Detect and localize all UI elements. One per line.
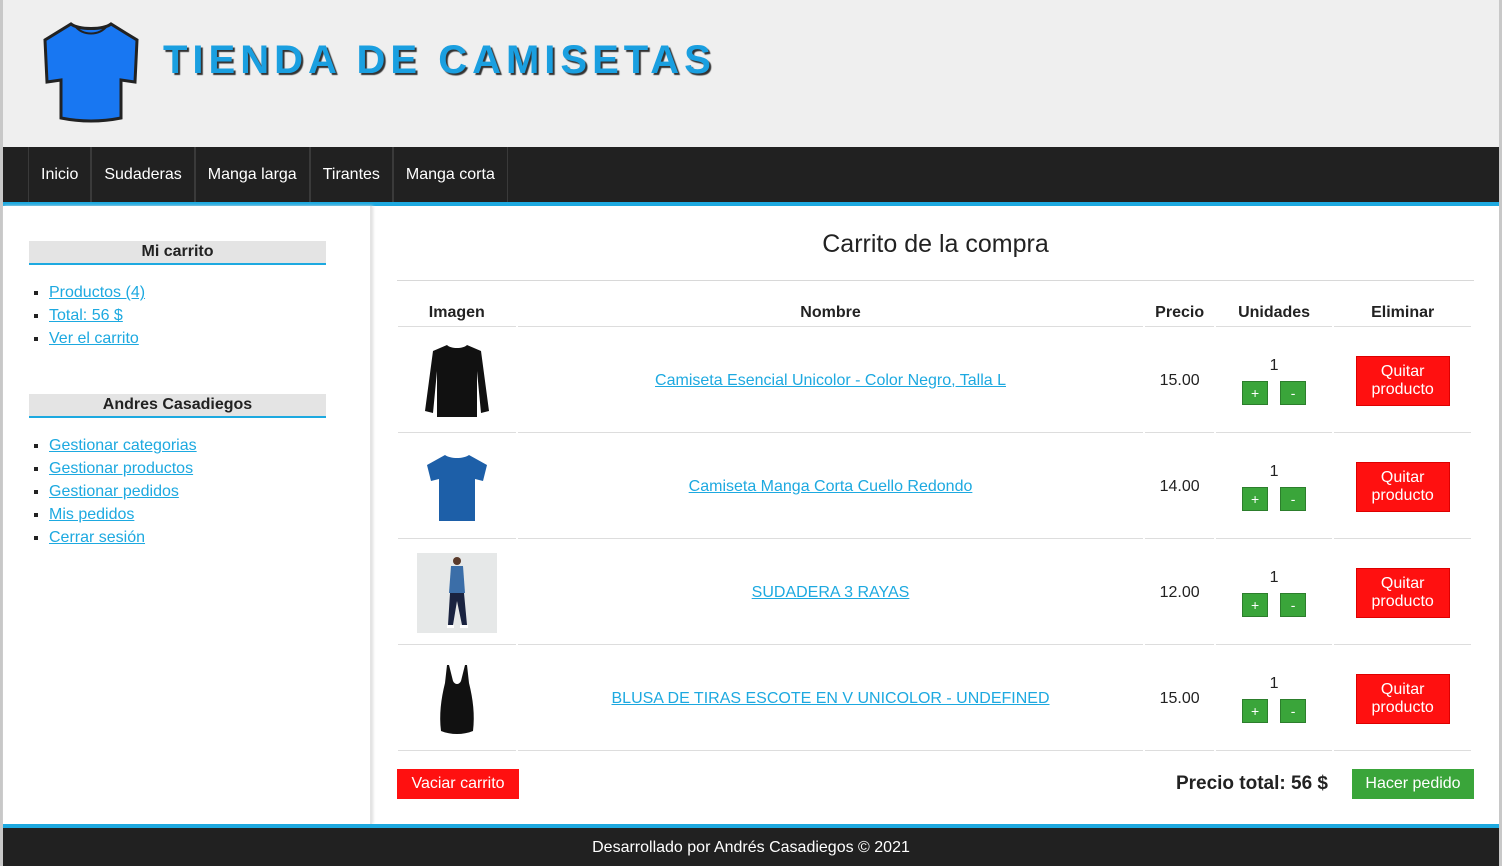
main-nav: Inicio Sudaderas Manga larga Tirantes Ma… [3, 147, 1499, 206]
remove-product-button[interactable]: Quitar producto [1355, 673, 1450, 724]
table-row: Camiseta Manga Corta Cuello Redondo 14.0… [398, 435, 1471, 539]
nav-item-tirantes[interactable]: Tirantes [311, 147, 392, 202]
nav-item-manga-corta[interactable]: Manga corta [394, 147, 507, 202]
cart-table: Imagen Nombre Precio Unidades Eliminar C… [396, 298, 1473, 753]
tshirt-icon[interactable] [41, 20, 141, 124]
decrease-units-button[interactable]: - [1280, 698, 1307, 723]
product-price: 14.00 [1145, 435, 1214, 539]
increase-units-button[interactable]: + [1242, 698, 1269, 723]
product-price: 12.00 [1145, 541, 1214, 645]
footer-text: Desarrollado por Andrés Casadiegos © 202… [592, 839, 910, 856]
product-name-link[interactable]: Camiseta Manga Corta Cuello Redondo [689, 478, 973, 495]
table-row: BLUSA DE TIRAS ESCOTE EN V UNICOLOR - UN… [398, 647, 1471, 751]
empty-cart-button[interactable]: Vaciar carrito [397, 769, 519, 799]
model-tracksuit-image [416, 552, 497, 633]
units-value: 1 [1269, 568, 1279, 586]
cart-total-link[interactable]: Total: 56 $ [49, 307, 123, 324]
blue-tshirt-image [426, 454, 487, 521]
site-footer: Desarrollado por Andrés Casadiegos © 202… [3, 824, 1499, 866]
table-row: SUDADERA 3 RAYAS 12.00 1 + - Quitar produ… [398, 541, 1471, 645]
column-header-image: Imagen [398, 300, 516, 327]
column-header-units: Unidades [1215, 300, 1333, 327]
site-header: TIENDA DE CAMISETAS [3, 0, 1499, 147]
units-value: 1 [1269, 462, 1279, 480]
black-tank-top-image [439, 664, 474, 734]
cart-actions: Vaciar carrito Precio total: 56 $ Hacer … [397, 768, 1474, 800]
nav-item-inicio[interactable]: Inicio [29, 147, 90, 202]
increase-units-button[interactable]: + [1242, 592, 1269, 617]
cart-block: Mi carrito Productos (4) Total: 56 $ Ver… [29, 241, 326, 350]
units-value: 1 [1269, 356, 1279, 374]
manage-orders-link[interactable]: Gestionar pedidos [49, 483, 179, 500]
table-row: Camiseta Esencial Unicolor - Color Negro… [398, 329, 1471, 433]
decrease-units-button[interactable]: - [1280, 486, 1307, 511]
cart-content: Carrito de la compra Imagen Nombre Preci… [397, 206, 1474, 824]
remove-product-button[interactable]: Quitar producto [1355, 567, 1450, 618]
decrease-units-button[interactable]: - [1280, 592, 1307, 617]
product-name-link[interactable]: SUDADERA 3 RAYAS [752, 584, 910, 601]
product-name-link[interactable]: Camiseta Esencial Unicolor - Color Negro… [655, 372, 1006, 389]
product-name-link[interactable]: BLUSA DE TIRAS ESCOTE EN V UNICOLOR - UN… [612, 690, 1050, 707]
increase-units-button[interactable]: + [1242, 486, 1269, 511]
nav-item-sudaderas[interactable]: Sudaderas [92, 147, 193, 202]
logout-link[interactable]: Cerrar sesión [49, 529, 145, 546]
cart-products-link[interactable]: Productos (4) [49, 284, 145, 301]
page-title: Carrito de la compra [397, 230, 1474, 281]
manage-categories-link[interactable]: Gestionar categorias [49, 437, 197, 454]
column-header-price: Precio [1145, 300, 1214, 327]
decrease-units-button[interactable]: - [1280, 380, 1307, 405]
user-block-title: Andres Casadiegos [29, 394, 326, 418]
manage-products-link[interactable]: Gestionar productos [49, 460, 193, 477]
column-header-name: Nombre [517, 300, 1144, 327]
site-title[interactable]: TIENDA DE CAMISETAS [163, 38, 716, 83]
product-price: 15.00 [1145, 647, 1214, 751]
units-value: 1 [1269, 674, 1279, 692]
place-order-button[interactable]: Hacer pedido [1352, 769, 1474, 799]
total-price: Precio total: 56 $ [1175, 773, 1328, 794]
remove-product-button[interactable]: Quitar producto [1355, 461, 1450, 512]
sidebar: Mi carrito Productos (4) Total: 56 $ Ver… [3, 206, 372, 824]
increase-units-button[interactable]: + [1242, 380, 1269, 405]
cart-block-title: Mi carrito [29, 241, 326, 265]
column-header-remove: Eliminar [1334, 300, 1471, 327]
remove-product-button[interactable]: Quitar producto [1355, 355, 1450, 406]
my-orders-link[interactable]: Mis pedidos [49, 506, 134, 523]
nav-item-manga-larga[interactable]: Manga larga [196, 147, 309, 202]
view-cart-link[interactable]: Ver el carrito [49, 330, 139, 347]
user-block: Andres Casadiegos Gestionar categorias G… [29, 394, 326, 549]
product-price: 15.00 [1145, 329, 1214, 433]
black-longsleeve-shirt-image [424, 344, 489, 417]
